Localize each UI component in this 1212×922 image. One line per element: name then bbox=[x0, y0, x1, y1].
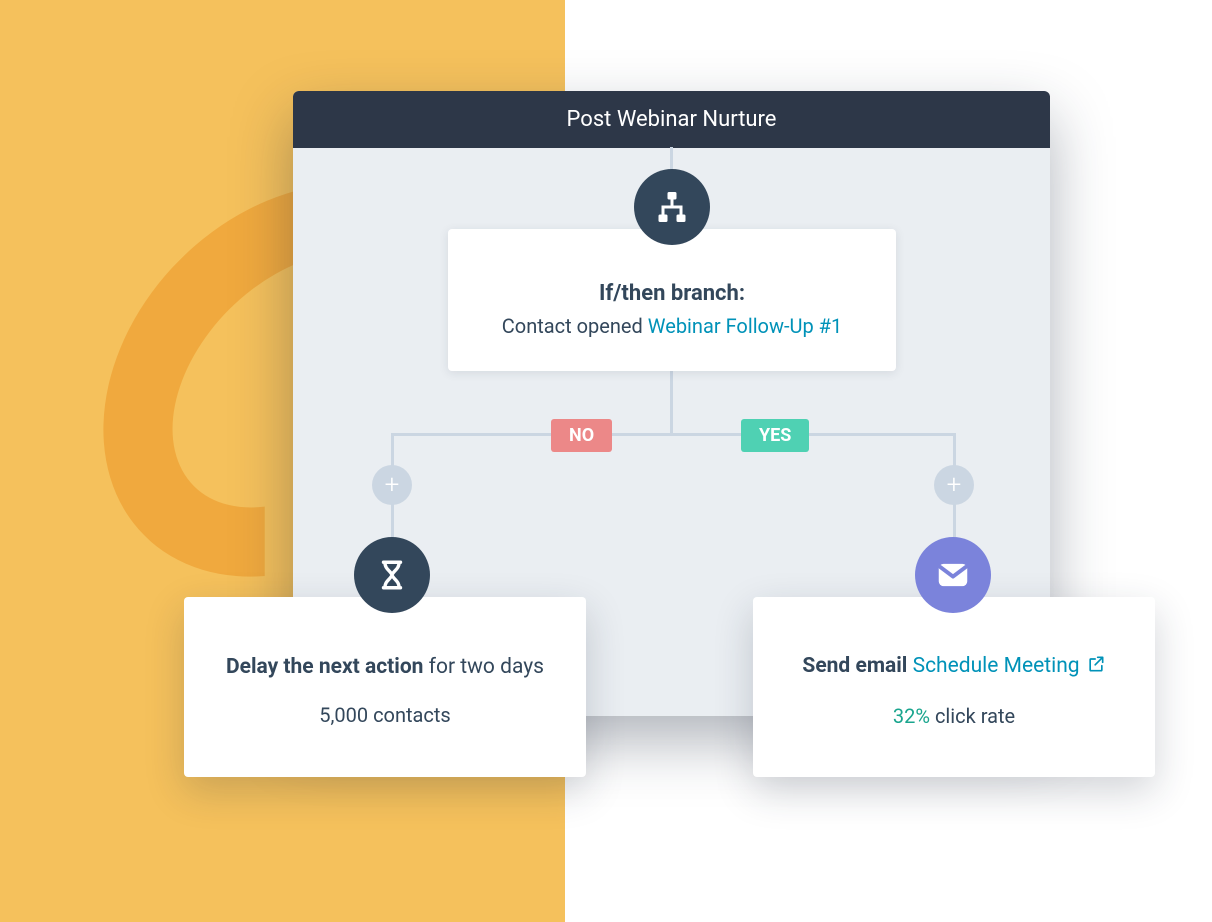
branch-link[interactable]: Webinar Follow-Up #1 bbox=[648, 314, 842, 338]
connector-line bbox=[391, 433, 955, 436]
branch-icon bbox=[634, 169, 710, 245]
plus-icon: + bbox=[947, 470, 962, 500]
branch-title: If/then branch: bbox=[599, 281, 745, 306]
add-step-right-button[interactable]: + bbox=[934, 465, 974, 505]
branch-description: Contact opened Webinar Follow-Up #1 bbox=[502, 314, 842, 338]
send-email-link[interactable]: Schedule Meeting bbox=[913, 654, 1080, 678]
connector-line bbox=[670, 371, 673, 435]
click-rate-label: click rate bbox=[930, 704, 1015, 728]
delay-stat: 5,000 contacts bbox=[319, 703, 451, 727]
send-email-stat: 32% click rate bbox=[893, 704, 1015, 728]
email-icon bbox=[915, 537, 991, 613]
delay-bold: Delay the next action bbox=[226, 655, 423, 679]
plus-icon: + bbox=[385, 470, 400, 500]
delay-action-title: Delay the next action for two days bbox=[226, 655, 544, 679]
delay-action-card[interactable]: Delay the next action for two days 5,000… bbox=[184, 597, 586, 777]
send-email-bold: Send email bbox=[802, 654, 912, 678]
send-email-title: Send email Schedule Meeting bbox=[802, 654, 1105, 680]
external-link-icon bbox=[1086, 654, 1106, 680]
hourglass-icon bbox=[354, 537, 430, 613]
workflow-panel: Post Webinar Nurture If/then branch: Con… bbox=[293, 91, 1050, 716]
panel-title: Post Webinar Nurture bbox=[293, 91, 1050, 148]
delay-rest: for two days bbox=[423, 655, 544, 679]
send-email-card[interactable]: Send email Schedule Meeting 32% click ra… bbox=[753, 597, 1155, 777]
no-badge: NO bbox=[551, 419, 612, 452]
add-step-left-button[interactable]: + bbox=[372, 465, 412, 505]
branch-desc-text: Contact opened bbox=[502, 314, 648, 338]
branch-card: If/then branch: Contact opened Webinar F… bbox=[448, 229, 896, 371]
yes-badge: YES bbox=[741, 419, 809, 452]
click-rate-value: 32% bbox=[893, 704, 930, 728]
